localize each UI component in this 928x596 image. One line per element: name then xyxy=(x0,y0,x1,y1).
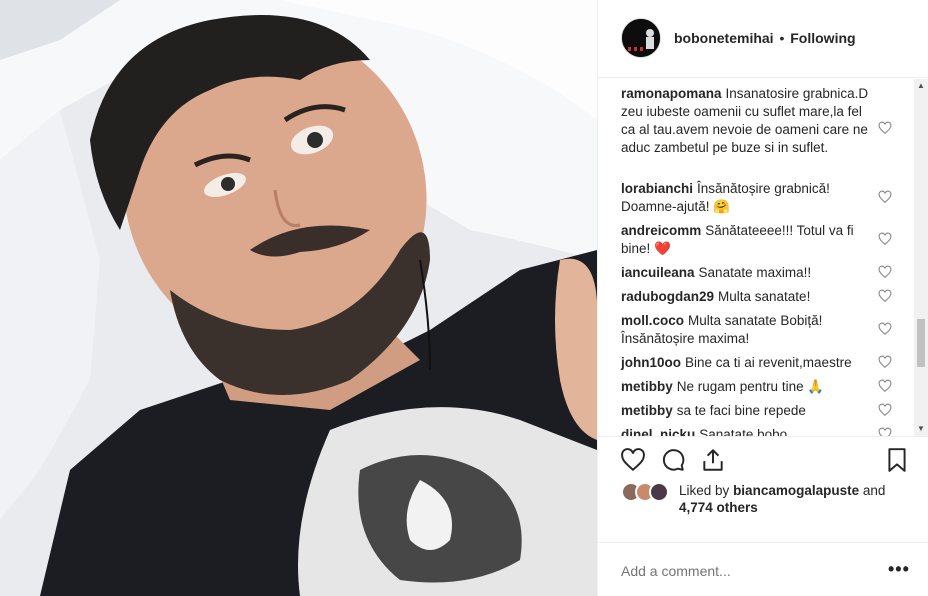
comment-like-heart-icon[interactable] xyxy=(878,232,892,246)
likes-text: Liked by biancamogalapuste and 4,774 oth… xyxy=(679,482,919,516)
comment-like-heart-icon[interactable] xyxy=(878,265,892,279)
profile-avatar[interactable] xyxy=(621,18,661,58)
comment-item: ramonapomana Insanatosire grabnica.D zeu … xyxy=(621,85,879,157)
comment-item: lorabianchi Însănătoșire grabnică! Doamne… xyxy=(621,180,879,216)
post-sidebar: bobonetemihai • Following ramonapomana In… xyxy=(597,0,928,596)
comment-item: radubogdan29 Multa sanatate! xyxy=(621,288,879,306)
likes-prefix: Liked by xyxy=(679,483,730,498)
comment-like-heart-icon[interactable] xyxy=(878,322,892,336)
comment-username[interactable]: metibby xyxy=(621,379,673,394)
comment-username[interactable]: lorabianchi xyxy=(621,181,693,196)
likes-summary: Liked by biancamogalapuste and 4,774 oth… xyxy=(621,480,921,524)
comment-username[interactable]: andreicomm xyxy=(621,223,701,238)
scroll-up-arrow-icon[interactable]: ▲ xyxy=(914,79,928,93)
comment-item: andreicomm Sănătateeee!!! Totul va fi bin… xyxy=(621,222,879,258)
comment-item: metibby sa te faci bine repede xyxy=(621,402,879,420)
following-button[interactable]: Following xyxy=(790,30,855,46)
comment-item: metibby Ne rugam pentru tine 🙏 xyxy=(621,378,879,396)
header-text: bobonetemihai • Following xyxy=(674,30,856,46)
comment-username[interactable]: dinel_nicku xyxy=(621,427,695,436)
comment-text: Ne rugam pentru tine 🙏 xyxy=(676,379,825,394)
post-photo[interactable] xyxy=(0,0,597,596)
liker-avatar[interactable] xyxy=(649,482,669,502)
add-comment-input[interactable] xyxy=(621,563,871,579)
comment-username[interactable]: metibby xyxy=(621,403,673,418)
header-separator: • xyxy=(779,30,785,46)
comment-username[interactable]: john10oo xyxy=(621,355,681,370)
comment-text: sa te faci bine repede xyxy=(676,403,806,418)
likes-and: and xyxy=(862,483,886,498)
comment-username[interactable]: radubogdan29 xyxy=(621,289,714,304)
comment-like-heart-icon[interactable] xyxy=(878,427,892,436)
post-image xyxy=(0,0,597,596)
like-heart-icon[interactable] xyxy=(620,447,646,473)
comment-username[interactable]: iancuileana xyxy=(621,265,695,280)
comment-username[interactable]: ramonapomana xyxy=(621,86,722,101)
comment-like-heart-icon[interactable] xyxy=(878,355,892,369)
likes-others-link[interactable]: 4,774 others xyxy=(679,500,758,515)
post-actions xyxy=(598,436,928,480)
comment-bubble-icon[interactable] xyxy=(660,447,686,473)
add-comment-bar: ••• xyxy=(598,542,928,596)
comment-username[interactable]: moll.coco xyxy=(621,313,684,328)
comment-like-heart-icon[interactable] xyxy=(878,121,892,135)
more-options-icon[interactable]: ••• xyxy=(888,559,910,580)
comment-item: john10oo Bine ca ti ai revenit,maestre xyxy=(621,354,879,372)
comment-item: moll.coco Multa sanatate Bobiță! Însănăto… xyxy=(621,312,879,348)
comment-text: Sanatate maxima!! xyxy=(698,265,812,280)
comments-list[interactable]: ramonapomana Insanatosire grabnica.D zeu … xyxy=(598,79,928,436)
comment-text: Sanatate bobo xyxy=(699,427,788,436)
scroll-down-arrow-icon[interactable]: ▼ xyxy=(914,422,928,436)
scrollbar-thumb[interactable] xyxy=(917,319,925,367)
comment-text: Bine ca ti ai revenit,maestre xyxy=(685,355,852,370)
comment-item: dinel_nicku Sanatate bobo xyxy=(621,426,879,436)
comment-item: iancuileana Sanatate maxima!! xyxy=(621,264,879,282)
bookmark-icon[interactable] xyxy=(884,447,910,473)
comments-scrollbar[interactable]: ▲ ▼ xyxy=(914,79,928,436)
comment-like-heart-icon[interactable] xyxy=(878,379,892,393)
comment-like-heart-icon[interactable] xyxy=(878,403,892,417)
header-username[interactable]: bobonetemihai xyxy=(674,30,774,46)
comment-like-heart-icon[interactable] xyxy=(878,190,892,204)
liker-avatars xyxy=(621,482,677,502)
liked-by-username[interactable]: biancamogalapuste xyxy=(733,483,859,498)
comment-text: Multa sanatate! xyxy=(718,289,811,304)
share-icon[interactable] xyxy=(700,447,726,473)
comment-like-heart-icon[interactable] xyxy=(878,289,892,303)
post-header: bobonetemihai • Following xyxy=(598,0,928,78)
